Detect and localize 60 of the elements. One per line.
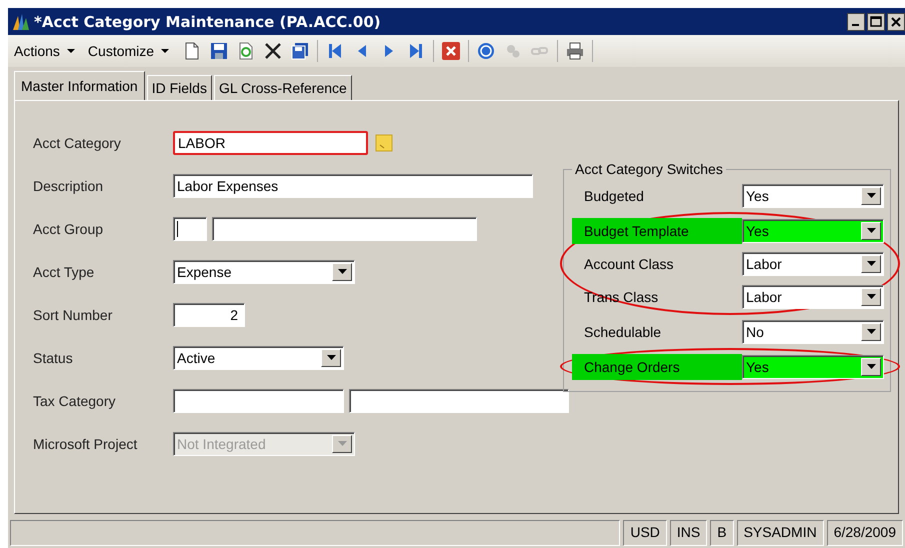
dropdown[interactable]: Expense — [173, 260, 355, 284]
tab[interactable]: Master Information — [14, 71, 145, 100]
field-label: Acct Group — [33, 220, 104, 236]
dropdown[interactable]: No — [742, 320, 884, 344]
close-button[interactable] — [887, 12, 905, 30]
input-field[interactable] — [212, 216, 477, 240]
maximize-button[interactable] — [867, 12, 885, 30]
window-title: *Acct Category Maintenance (PA.ACC.00) — [34, 12, 382, 30]
status-cell: B — [710, 520, 734, 546]
dropdown-arrow-icon[interactable] — [866, 228, 876, 233]
tab[interactable]: GL Cross-Reference — [214, 75, 352, 100]
input-field[interactable]: Labor Expenses — [173, 174, 533, 198]
switch-label: Account Class — [583, 254, 674, 274]
switch-label: Budget Template — [572, 218, 742, 244]
status-cell: SYSADMIN — [736, 520, 824, 546]
dropdown-arrow-icon[interactable] — [866, 364, 876, 369]
field-label: Status — [33, 350, 74, 366]
dropdown-arrow-icon[interactable] — [326, 355, 336, 360]
dropdown[interactable]: Yes — [742, 354, 884, 378]
input-field[interactable] — [173, 216, 207, 240]
dropdown[interactable]: Active — [173, 346, 344, 370]
app-logo-icon — [12, 12, 30, 30]
dropdown[interactable]: Labor — [742, 252, 884, 276]
switch-label: Budgeted — [583, 186, 645, 206]
save-icon[interactable] — [209, 41, 230, 61]
dropdown-arrow-icon[interactable] — [866, 193, 876, 198]
dropdown-arrow-icon[interactable] — [866, 294, 876, 299]
dropdown[interactable]: Yes — [742, 218, 884, 242]
menu-button[interactable]: Actions — [14, 43, 60, 59]
close-icon[interactable] — [441, 41, 462, 61]
caret-icon[interactable] — [66, 48, 75, 54]
caret-icon[interactable] — [161, 48, 170, 54]
field-label: Tax Category — [33, 392, 116, 408]
input-field[interactable] — [349, 388, 569, 412]
field-label: Acct Type — [33, 264, 96, 280]
input-field[interactable]: 2 — [173, 302, 245, 326]
dropdown[interactable]: Labor — [742, 284, 884, 308]
input-field[interactable] — [173, 388, 344, 412]
field-label: Sort Number — [33, 306, 114, 322]
dropdown-arrow-icon[interactable] — [866, 329, 876, 334]
status-cell: USD — [623, 520, 667, 546]
group-title: Acct Category Switches — [574, 161, 724, 177]
dropdown-arrow-icon[interactable] — [866, 261, 876, 266]
minimize-button[interactable] — [847, 12, 865, 30]
delete-icon[interactable] — [263, 41, 284, 61]
field-label: Acct Category — [33, 134, 122, 150]
status-cell: 6/28/2009 — [826, 520, 903, 546]
switch-label: Schedulable — [583, 322, 662, 342]
status-cell: INS — [670, 520, 708, 546]
save-all-icon[interactable] — [290, 41, 310, 61]
print-icon[interactable] — [565, 41, 586, 61]
field-label: Microsoft Project — [33, 436, 138, 452]
input-field[interactable]: LABOR — [173, 130, 368, 154]
menu-button[interactable]: Customize — [88, 43, 154, 59]
dropdown-arrow-icon[interactable] — [338, 269, 346, 274]
field-label: Description — [33, 178, 104, 194]
switch-label: Change Orders — [572, 354, 742, 380]
tab[interactable]: ID Fields — [146, 75, 212, 100]
dropdown[interactable]: Yes — [742, 184, 884, 208]
help-icon[interactable] — [476, 41, 496, 61]
